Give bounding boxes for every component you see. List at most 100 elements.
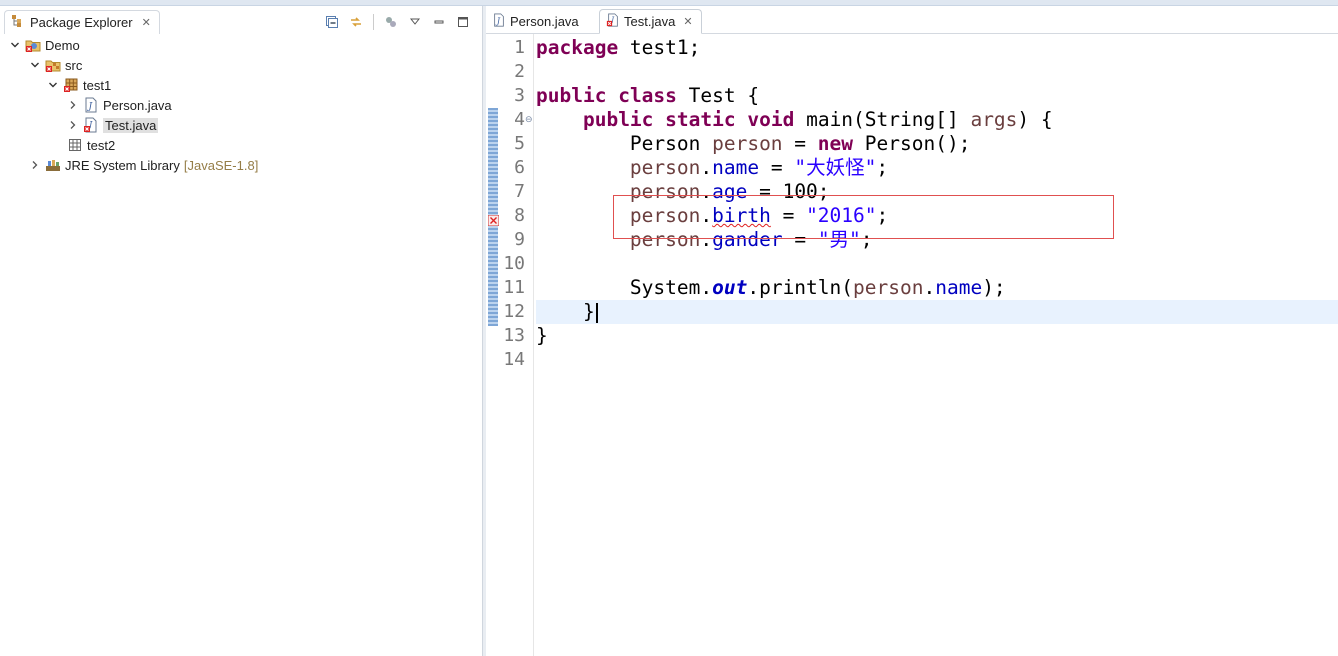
code-line-5: Person person = new Person();: [536, 132, 971, 156]
static-field: out: [712, 276, 748, 299]
line-number: 12: [503, 301, 525, 322]
tree-item-src[interactable]: src: [28, 55, 82, 75]
code-text: );: [982, 276, 1006, 299]
tree-item-label: test2: [87, 137, 116, 153]
keyword: package: [536, 36, 619, 59]
code-text: =: [782, 132, 818, 155]
code-line-4: public static void main(String[] args) {: [536, 108, 1053, 132]
minimize-icon[interactable]: [432, 15, 446, 29]
line-number: 10: [503, 253, 525, 274]
library-icon: [45, 157, 61, 173]
text-caret: [595, 302, 598, 323]
line-number: 1: [514, 37, 525, 58]
close-icon[interactable]: ✕: [683, 15, 692, 28]
tab-person-java[interactable]: J Person.java: [486, 9, 587, 34]
tree-item-test2[interactable]: test2: [50, 135, 115, 155]
editor-area: J Person.java J Test.java ✕ 1 2 3 4 5 6 …: [486, 6, 1338, 656]
java-project-error-icon: [25, 37, 41, 53]
close-icon[interactable]: ✕: [142, 16, 151, 29]
line-number: 7: [514, 181, 525, 202]
chevron-right-icon[interactable]: [28, 158, 42, 172]
code-line-11: System.out.println(person.name);: [536, 276, 1006, 300]
code-text: .println(: [747, 276, 854, 299]
tree-item-label: JRE System Library: [65, 157, 180, 173]
code-line-6: person.name = "大妖怪";: [536, 156, 888, 180]
code-text: System.: [629, 276, 713, 299]
toolbar-separator: [373, 14, 374, 30]
java-file-error-icon: J: [83, 117, 99, 133]
line-number: 9: [514, 229, 525, 250]
focus-on-task-icon[interactable]: [384, 15, 398, 29]
tree-item-test1[interactable]: test1: [46, 75, 111, 95]
tree-item-demo[interactable]: Demo: [8, 35, 80, 55]
tree-item-label: test1: [83, 77, 112, 93]
package-explorer-title: Package Explorer: [30, 15, 133, 30]
code-line-3: public class Test {: [536, 84, 759, 108]
maximize-icon[interactable]: [456, 15, 470, 29]
java-file-icon: J: [492, 13, 506, 30]
chevron-right-icon[interactable]: [66, 118, 80, 132]
code-line-1: package test1;: [536, 36, 700, 60]
package-explorer-icon: [11, 13, 25, 32]
line-number: 3: [514, 85, 525, 106]
local-variable: person: [712, 132, 783, 155]
line-number: 11: [503, 277, 525, 298]
code-text: Person();: [853, 132, 971, 155]
keyword: class: [618, 84, 677, 107]
parameter: args: [970, 108, 1018, 131]
tree-item-label: Person.java: [103, 97, 172, 113]
keyword: public: [536, 84, 607, 107]
chevron-down-icon[interactable]: [8, 38, 22, 52]
chevron-down-icon[interactable]: [46, 78, 60, 92]
field: name: [712, 156, 760, 179]
tree-item-test-java[interactable]: J Test.java: [66, 115, 159, 135]
source-folder-error-icon: [45, 57, 61, 73]
java-file-icon: J: [83, 97, 99, 113]
code-line-13: }: [536, 324, 548, 348]
error-marker-icon[interactable]: [487, 211, 500, 227]
string-literal: "大妖怪": [794, 156, 877, 179]
code-text: main(String[]: [794, 108, 971, 131]
code-area[interactable]: package test1; public class Test { publi…: [536, 34, 1338, 656]
code-text: Person: [629, 132, 713, 155]
collapse-all-icon[interactable]: [325, 15, 339, 29]
tab-test-java[interactable]: J Test.java ✕: [599, 9, 702, 34]
tree-item-person-java[interactable]: J Person.java: [66, 95, 172, 115]
tree-item-label: src: [65, 57, 83, 73]
chevron-right-icon[interactable]: [66, 98, 80, 112]
link-with-editor-icon[interactable]: [349, 15, 363, 29]
keyword: void: [747, 108, 795, 131]
annotation-ruler: [486, 34, 500, 656]
tab-label: Test.java: [624, 14, 676, 29]
code-text: =: [759, 156, 795, 179]
line-number: 6: [514, 157, 525, 178]
fold-collapse-icon[interactable]: ⊖: [525, 115, 533, 125]
package-error-icon: [63, 77, 79, 93]
keyword: new: [817, 132, 854, 155]
line-number: 14: [503, 349, 525, 370]
field: name: [935, 276, 983, 299]
code-text: ) {: [1017, 108, 1053, 131]
chevron-down-icon[interactable]: [28, 58, 42, 72]
tree-item-label: Demo: [45, 37, 80, 53]
tree-item-jre-library[interactable]: JRE System Library [JavaSE-1.8]: [28, 155, 258, 175]
code-text: }: [582, 300, 595, 323]
view-toolbar: [325, 14, 470, 30]
line-number-ruler: 1 2 3 4 5 6 7 8 9 10 11 12 13 14 ⊖: [500, 34, 534, 656]
package-explorer-tab[interactable]: Package Explorer ✕: [4, 10, 160, 34]
line-number: 4: [514, 109, 525, 130]
tab-label: Person.java: [510, 14, 579, 29]
java-file-error-icon: J: [606, 13, 620, 30]
editor-tab-bar: J Person.java J Test.java ✕: [486, 6, 1338, 34]
error-highlight-box: [613, 195, 1114, 239]
view-menu-icon[interactable]: [408, 15, 422, 29]
keyword: public: [582, 108, 654, 131]
package-explorer-header: Package Explorer ✕: [0, 6, 482, 34]
line-number: 8: [514, 205, 525, 226]
tree-item-label: Test.java: [103, 117, 159, 133]
code-text: .: [923, 276, 936, 299]
code-text: .: [700, 156, 713, 179]
package-icon: [67, 137, 83, 153]
code-text: test1;: [618, 36, 701, 59]
